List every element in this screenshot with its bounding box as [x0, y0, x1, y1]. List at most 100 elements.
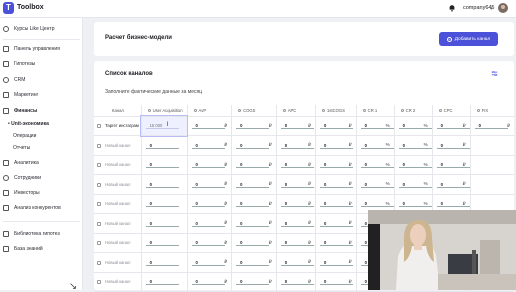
channel-name[interactable]: Новый канал: [105, 201, 130, 206]
channel-name-cell[interactable]: Новый канал: [94, 174, 142, 195]
sidebar-subitem-unit-economics[interactable]: • Unit-экономика: [8, 121, 49, 127]
cell-avp[interactable]: 0 ₽: [187, 116, 233, 136]
cell-first[interactable]: 0 ₽: [315, 213, 357, 234]
cell-avp[interactable]: 0 ₽: [187, 135, 233, 156]
sidebar-item-dashboard[interactable]: Панель управления: [3, 44, 60, 54]
value-input[interactable]: 0: [236, 122, 270, 130]
value-input[interactable]: 0: [236, 200, 270, 208]
value-input[interactable]: 0: [191, 259, 225, 266]
channel-name[interactable]: Таргет инстаграм: [105, 123, 139, 128]
value-input[interactable]: 0: [191, 142, 225, 149]
channel-name-cell[interactable]: Новый канал: [94, 233, 142, 253]
sidebar-item-analytics[interactable]: Аналитика: [3, 158, 39, 168]
cell-apc[interactable]: 0 ₽: [276, 155, 317, 175]
channel-name-cell[interactable]: Новый канал: [94, 272, 142, 292]
cell-first[interactable]: 0 ₽: [315, 155, 357, 175]
filter-icon[interactable]: [491, 70, 498, 77]
value-input[interactable]: 0: [145, 278, 179, 286]
value-input[interactable]: 0: [236, 278, 270, 286]
cell-cr1[interactable]: 0%: [356, 174, 395, 195]
cell-cogs[interactable]: 0 ₽: [231, 272, 277, 292]
cell-apc[interactable]: 0 ₽: [276, 174, 317, 195]
cell-avp[interactable]: 0 ₽: [187, 155, 233, 175]
cell-avp[interactable]: 0 ₽: [187, 194, 233, 214]
cell-cogs[interactable]: 0 ₽: [231, 135, 277, 156]
value-input[interactable]: 0: [236, 181, 270, 188]
value-input[interactable]: 0: [191, 200, 225, 208]
sidebar-item-crm[interactable]: CRM: [3, 75, 25, 85]
cell-first[interactable]: 0 ₽: [315, 272, 357, 292]
row-checkbox[interactable]: [97, 221, 101, 226]
cell-avp[interactable]: 0 ₽: [187, 213, 233, 234]
channel-name-cell[interactable]: Новый канал: [94, 252, 142, 273]
cell-fix[interactable]: [470, 174, 514, 195]
cell-apc[interactable]: 0 ₽: [276, 233, 317, 253]
cell-cogs[interactable]: 0 ₽: [231, 116, 277, 136]
channel-name-cell[interactable]: Новый канал: [94, 135, 142, 156]
cell-ua[interactable]: 0: [141, 252, 188, 273]
row-checkbox[interactable]: [97, 260, 101, 265]
cell-cr2[interactable]: 0%: [394, 174, 433, 195]
sidebar-item-finance[interactable]: Финансы: [3, 106, 37, 116]
value-input[interactable]: 0: [145, 161, 179, 169]
cell-cpc[interactable]: 0₽: [432, 155, 471, 175]
cell-cogs[interactable]: 0 ₽: [231, 252, 277, 273]
channel-name[interactable]: Новый канал: [105, 143, 130, 148]
channel-name[interactable]: Новый канал: [105, 182, 130, 187]
sidebar-item-marketing[interactable]: Маркетинг: [3, 90, 38, 100]
cell-avp[interactable]: 0 ₽: [187, 272, 233, 292]
cell-avp[interactable]: 0 ₽: [187, 233, 233, 253]
sidebar-item-knowledge-base[interactable]: База знаний: [3, 244, 43, 254]
sidebar-item-investors[interactable]: Инвесторы: [3, 188, 40, 198]
value-input[interactable]: 0: [145, 142, 179, 149]
value-input[interactable]: 0: [191, 220, 225, 227]
cell-avp[interactable]: 0 ₽: [187, 174, 233, 195]
value-input[interactable]: 0: [145, 200, 179, 208]
cell-apc[interactable]: 0 ₽: [276, 135, 317, 156]
value-input[interactable]: 0: [191, 239, 225, 247]
cell-cpc[interactable]: 0₽: [432, 174, 471, 195]
value-input[interactable]: 0: [145, 259, 179, 266]
cell-apc[interactable]: 0 ₽: [276, 272, 317, 292]
add-channel-button[interactable]: + Добавить канал: [439, 32, 498, 46]
cell-cr2[interactable]: 0%: [394, 155, 433, 175]
sidebar-item-hypotheses[interactable]: Гипотезы: [3, 59, 35, 69]
bell-icon[interactable]: [448, 4, 456, 12]
course-selector[interactable]: Курсы Like Центр: [3, 24, 55, 34]
cell-cogs[interactable]: 0 ₽: [231, 194, 277, 214]
cell-avp[interactable]: 0 ₽: [187, 252, 233, 273]
cell-apc[interactable]: 0 ₽: [276, 252, 317, 273]
sidebar-item-hypotheses-library[interactable]: Библиотека гипотез: [3, 229, 60, 239]
app-logo[interactable]: T: [3, 2, 14, 14]
cell-fix[interactable]: [470, 155, 514, 175]
cell-cogs[interactable]: 0 ₽: [231, 174, 277, 195]
cell-first[interactable]: 0 ₽: [315, 116, 357, 136]
cell-cogs[interactable]: 0 ₽: [231, 155, 277, 175]
value-input[interactable]: 0: [236, 239, 270, 247]
value-input[interactable]: 0: [191, 122, 225, 130]
channel-name[interactable]: Новый канал: [105, 260, 130, 265]
cell-first[interactable]: 0 ₽: [315, 233, 357, 253]
value-input[interactable]: 0: [191, 278, 225, 286]
cell-first[interactable]: 0 ₽: [315, 252, 357, 273]
cell-first[interactable]: 0 ₽: [315, 174, 357, 195]
cell-ua[interactable]: 15 000 I: [140, 115, 189, 137]
value-input[interactable]: 0: [145, 220, 179, 227]
cell-apc[interactable]: 0 ₽: [276, 213, 317, 234]
row-checkbox[interactable]: [97, 202, 101, 207]
cell-ua[interactable]: 0: [141, 155, 188, 175]
sidebar-subitem-reports[interactable]: Отчеты: [13, 145, 30, 151]
channel-name[interactable]: Новый канал: [105, 162, 130, 167]
value-input[interactable]: 0: [191, 181, 225, 188]
channel-name[interactable]: Новый канал: [105, 221, 130, 226]
cell-ua[interactable]: 0: [141, 272, 188, 292]
cell-apc[interactable]: 0 ₽: [276, 194, 317, 214]
row-checkbox[interactable]: [97, 163, 101, 168]
channel-name-cell[interactable]: Таргет инстаграм: [94, 116, 142, 136]
cell-cr2[interactable]: 0%: [394, 116, 433, 136]
cell-ua[interactable]: 0: [141, 174, 188, 195]
cell-ua[interactable]: 0: [141, 213, 188, 234]
channel-name[interactable]: Новый канал: [105, 279, 130, 284]
sidebar-subitem-operations[interactable]: Операции: [13, 133, 36, 139]
cell-cogs[interactable]: 0 ₽: [231, 233, 277, 253]
